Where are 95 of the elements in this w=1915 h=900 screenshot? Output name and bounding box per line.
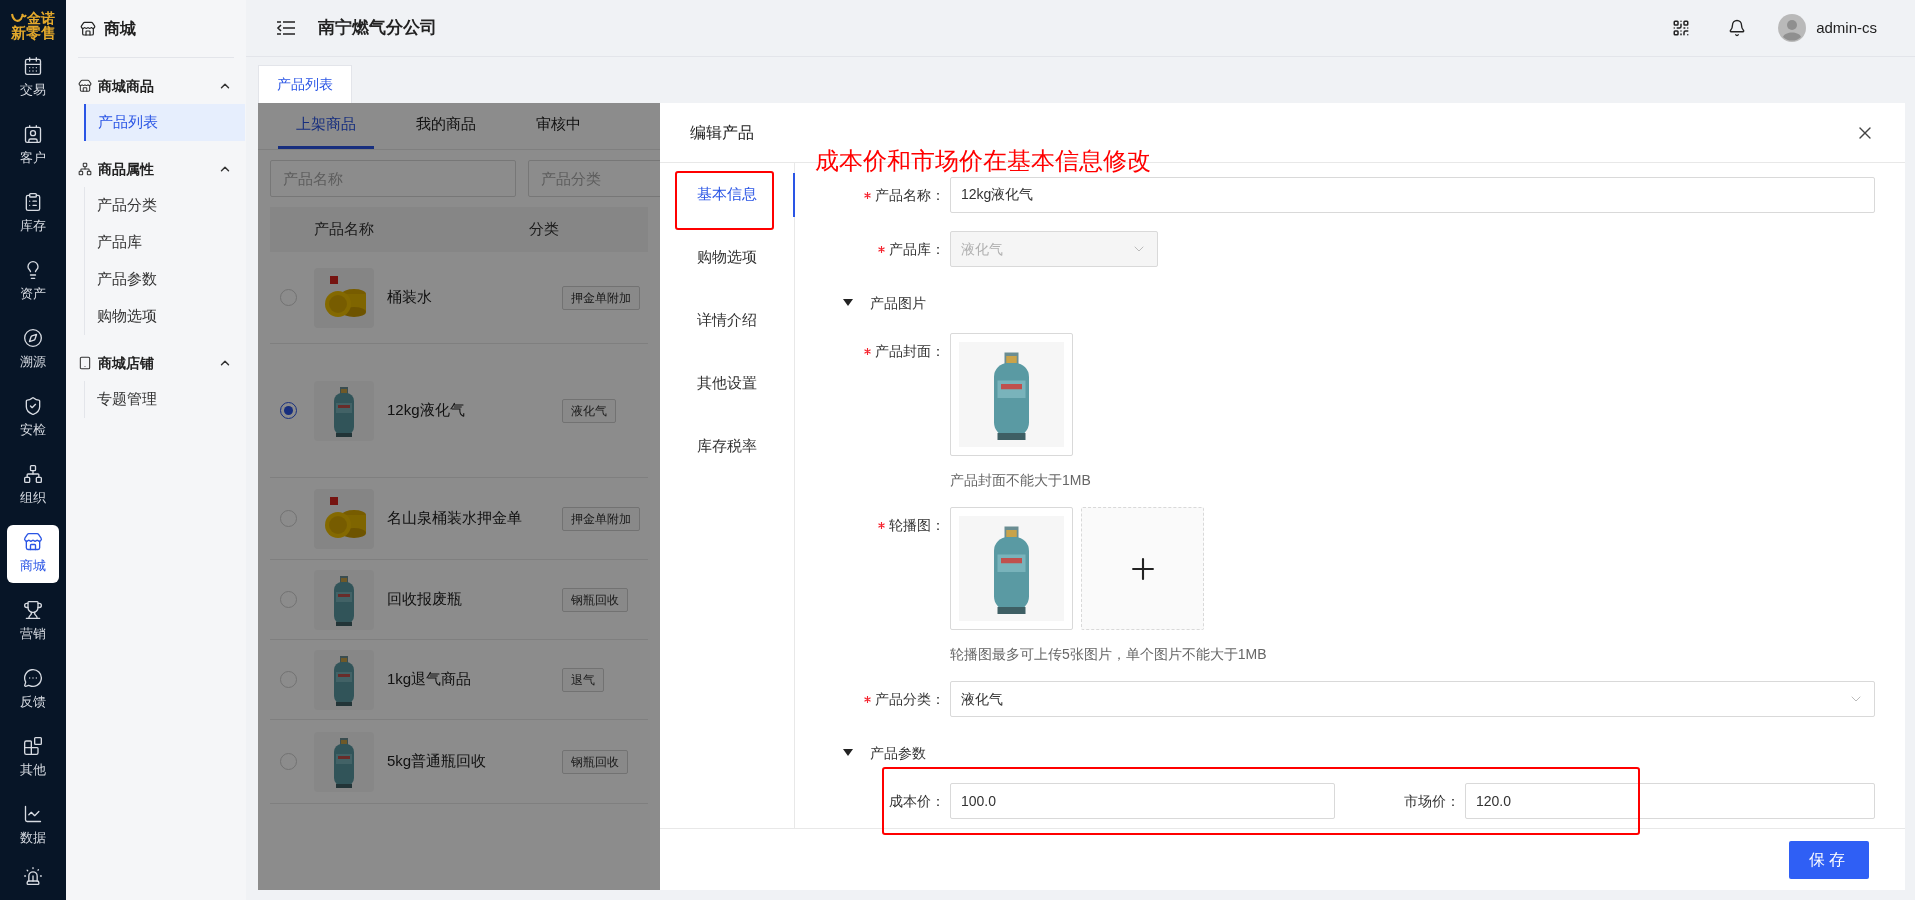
field-label: 产品封面： — [875, 341, 945, 361]
user-name[interactable]: admin-cs — [1816, 16, 1877, 40]
category-tag: 钢瓶回收 — [562, 587, 628, 612]
rail-item[interactable]: 其他 — [7, 729, 59, 787]
category-tag: 钢瓶回收 — [562, 749, 628, 774]
product-name: 桶装水 — [387, 287, 433, 308]
category-tag: 押金单附加 — [562, 506, 640, 531]
network-icon — [23, 464, 43, 485]
list-tab[interactable]: 我的商品 — [398, 103, 494, 149]
store-icon — [78, 79, 92, 93]
menu-group[interactable]: 商城商品 — [66, 68, 246, 104]
list-icon — [23, 192, 43, 213]
menu-fold-icon[interactable] — [276, 20, 296, 36]
chat-icon — [23, 668, 43, 689]
bell-icon[interactable] — [1728, 19, 1747, 37]
rail-item[interactable]: 库存 — [7, 185, 59, 243]
field-label: 产品库： — [889, 239, 945, 259]
annotation-text: 成本价和市场价在基本信息修改 — [815, 146, 1152, 176]
rail-item[interactable]: 资产 — [7, 253, 59, 311]
drawer-title: 编辑产品 — [690, 122, 754, 143]
logo-tagline: 新零售 — [10, 24, 56, 40]
qr-code-icon[interactable] — [1672, 19, 1691, 37]
compass-icon — [23, 328, 43, 349]
menu-item[interactable]: 产品列表 — [84, 104, 245, 141]
shield-check-icon — [23, 396, 43, 417]
price-field[interactable]: 100.0 — [950, 783, 1335, 819]
column-header: 分类 — [529, 219, 559, 240]
company-title: 南宁燃气分公司 — [318, 17, 438, 40]
product-name: 1kg退气商品 — [387, 669, 473, 690]
calendar-icon — [23, 56, 43, 77]
column-header: 产品名称 — [314, 219, 375, 240]
image-tile[interactable] — [950, 507, 1073, 630]
rail-item[interactable]: 营销 — [7, 593, 59, 651]
menu-group[interactable]: 商品属性 — [66, 151, 246, 187]
field-label: 产品分类： — [875, 689, 945, 709]
menu-group[interactable]: 商城店铺 — [66, 345, 246, 381]
drawer-tab[interactable]: 其他设置 — [660, 361, 795, 406]
rail-item[interactable]: 组织 — [7, 457, 59, 515]
line-chart-icon — [23, 804, 43, 825]
drawer-tab[interactable]: 购物选项 — [660, 235, 795, 280]
product-name: 12kg液化气 — [387, 400, 466, 421]
siren-icon[interactable] — [23, 866, 43, 886]
menu-item[interactable]: 购物选项 — [85, 298, 246, 335]
rail-item[interactable]: 溯源 — [7, 321, 59, 379]
modal-overlay[interactable] — [258, 103, 660, 890]
field-label: 轮播图： — [889, 515, 945, 535]
blocks-icon — [23, 736, 43, 757]
menu-item[interactable]: 产品分类 — [85, 187, 246, 224]
tablet-icon — [78, 356, 92, 370]
menu-item[interactable]: 专题管理 — [85, 381, 246, 418]
category-tag: 液化气 — [562, 398, 616, 423]
page-tab[interactable]: 产品列表 — [258, 65, 352, 103]
select-field[interactable]: 液化气 — [950, 681, 1875, 717]
store-icon — [23, 532, 43, 553]
section-title: 产品图片 — [870, 293, 926, 313]
menu-item[interactable]: 产品参数 — [85, 261, 246, 298]
drawer-tab[interactable]: 库存税率 — [660, 424, 795, 469]
rail-item[interactable]: 交易 — [7, 49, 59, 107]
radio-button[interactable] — [280, 402, 297, 419]
store-icon — [80, 20, 96, 37]
text-field[interactable]: 12kg液化气 — [950, 177, 1875, 213]
list-tab[interactable]: 上架商品 — [278, 103, 374, 149]
category-tag: 押金单附加 — [562, 285, 640, 310]
field-label: 产品名称： — [875, 185, 945, 205]
category-tag: 退气 — [562, 667, 604, 692]
trophy-icon — [23, 600, 43, 621]
product-name: 名山泉桶装水押金单 — [387, 508, 523, 529]
rail-item[interactable]: 客户 — [7, 117, 59, 175]
hint-text: 轮播图最多可上传5张图片，单个图片不能大于1MB — [950, 645, 1267, 664]
product-name: 回收报废瓶 — [387, 589, 463, 610]
product-name: 5kg普通瓶回收 — [387, 751, 488, 772]
price-field[interactable]: 120.0 — [1465, 783, 1875, 819]
hint-text: 产品封面不能大于1MB — [950, 471, 1091, 490]
drawer-tab[interactable]: 详情介绍 — [660, 298, 795, 343]
image-tile[interactable] — [950, 333, 1073, 456]
logo-text: 金诺 — [27, 10, 55, 25]
network-icon — [78, 162, 92, 176]
triangle-icon[interactable] — [843, 299, 853, 307]
rail-item[interactable]: 安检 — [7, 389, 59, 447]
contact-card-icon — [23, 124, 43, 145]
menu-item[interactable]: 产品库 — [85, 224, 246, 261]
field-label: 成本价： — [889, 791, 945, 811]
sidebar-title: 商城 — [104, 18, 136, 39]
section-title: 产品参数 — [870, 743, 926, 763]
avatar-icon[interactable] — [1778, 14, 1807, 42]
rail-item[interactable]: 数据 — [7, 797, 59, 855]
rail-item[interactable]: 反馈 — [7, 661, 59, 719]
rail-item[interactable]: 商城 — [7, 525, 59, 583]
triangle-icon[interactable] — [843, 749, 853, 757]
upload-tile[interactable] — [1081, 507, 1204, 630]
logo-icon — [11, 11, 27, 24]
drawer-tab[interactable]: 基本信息 — [660, 172, 795, 217]
save-button[interactable]: 保存 — [1789, 840, 1869, 879]
field-label: 市场价： — [1404, 791, 1460, 811]
list-tab[interactable]: 审核中 — [518, 103, 599, 149]
